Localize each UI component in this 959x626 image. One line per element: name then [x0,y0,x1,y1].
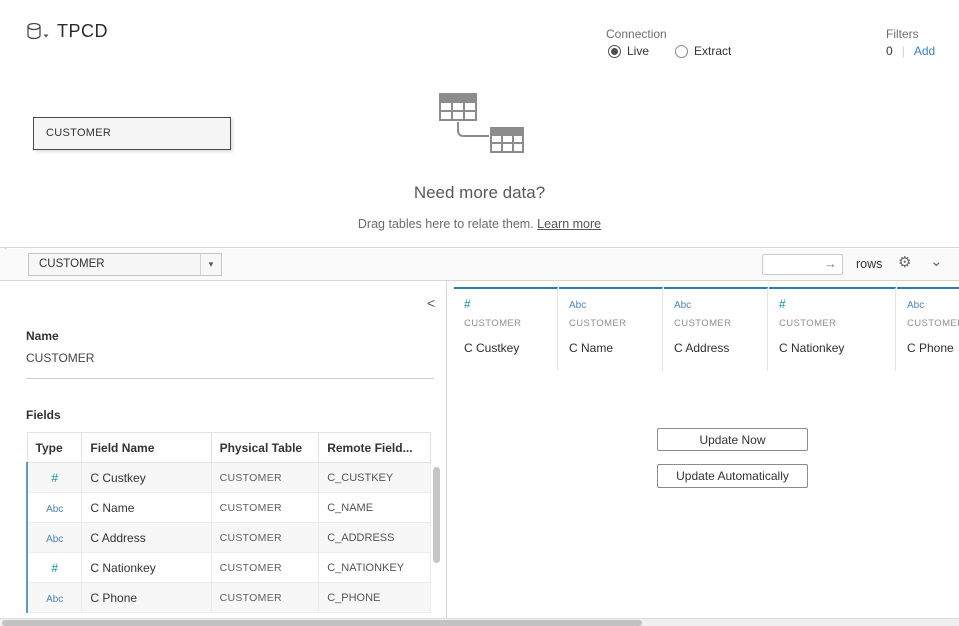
filters-divider: | [902,44,905,58]
field-type-icon[interactable]: Abc [46,534,63,545]
update-automatically-button[interactable]: Update Automatically [657,464,808,488]
field-type-icon: # [464,297,471,311]
filters-count: 0 [886,44,893,58]
datasource-title: TPCD [57,21,108,42]
radio-live-label: Live [627,44,649,58]
field-name-cell[interactable]: C Custkey [82,463,211,493]
empty-state-hint: Drag tables here to relate them. [358,217,534,231]
col-header-field-name: Field Name [82,433,211,463]
table-row[interactable]: Abc C Address CUSTOMER C_ADDRESS [27,523,431,553]
database-icon[interactable] [26,22,50,45]
field-name-cell[interactable]: C Phone [82,583,211,613]
radio-extract[interactable]: Extract [675,44,731,58]
field-type-icon[interactable]: Abc [46,504,63,515]
remote-field-cell: C_NAME [319,493,431,523]
grid-settings-gear-icon[interactable]: ⚙ [898,253,911,271]
preview-column-table: CUSTOMER [907,318,959,329]
preview-column-c-nationkey[interactable]: # CUSTOMER C Nationkey [769,287,896,371]
preview-column-c-address[interactable]: Abc CUSTOMER C Address [664,287,768,371]
horizontal-scrollbar-track[interactable] [0,618,959,626]
table-row[interactable]: Abc C Phone CUSTOMER C_PHONE [27,583,431,613]
name-label: Name [26,329,59,343]
col-header-physical-table: Physical Table [211,433,319,463]
col-header-remote-field: Remote Field... [319,433,431,463]
horizontal-scrollbar-thumb[interactable] [2,620,642,626]
connection-label: Connection [606,27,667,41]
relate-tables-illustration-icon [436,92,532,165]
collapse-panel-icon[interactable]: < [427,295,435,311]
radio-live-icon[interactable] [608,45,621,58]
filters-row: 0 | Add [886,44,935,58]
rows-arrow-icon: → [824,256,837,271]
name-value[interactable]: CUSTOMER [26,351,434,379]
field-type-icon[interactable]: Abc [46,594,63,605]
field-type-icon: Abc [674,300,691,311]
filters-label: Filters [886,27,919,41]
table-row[interactable]: # C Custkey CUSTOMER C_CUSTKEY [27,463,431,493]
rows-limit-input[interactable]: → [762,254,843,275]
empty-state-title: Need more data? [0,183,959,203]
preview-column-field: C Nationkey [779,341,885,355]
physical-table-cell: CUSTOMER [211,463,319,493]
preview-column-field: C Address [674,341,757,355]
metadata-panel: < Name CUSTOMER Fields Type Field Name P… [0,281,447,618]
preview-column-c-custkey[interactable]: # CUSTOMER C Custkey [454,287,558,371]
preview-column-field: C Name [569,341,652,355]
table-row[interactable]: # C Nationkey CUSTOMER C_NATIONKEY [27,553,431,583]
preview-column-c-name[interactable]: Abc CUSTOMER C Name [559,287,663,371]
physical-table-cell: CUSTOMER [211,493,319,523]
preview-column-field: C Custkey [464,341,547,355]
rows-label: rows [856,257,882,271]
preview-column-table: CUSTOMER [569,318,652,329]
field-type-icon: Abc [569,300,586,311]
empty-state-subtitle: Drag tables here to relate them. Learn m… [0,217,959,231]
preview-column-field: C Phone [907,341,959,355]
remote-field-cell: C_NATIONKEY [319,553,431,583]
grid-chevron-down-icon[interactable]: ⌄ [930,252,943,270]
fields-table: Type Field Name Physical Table Remote Fi… [26,432,431,613]
preview-column-table: CUSTOMER [464,318,547,329]
radio-extract-label: Extract [694,44,731,58]
remote-field-cell: C_PHONE [319,583,431,613]
preview-column-headers: # CUSTOMER C Custkey Abc CUSTOMER C Name… [454,287,959,371]
connection-radio-group: Live Extract [608,44,731,58]
fields-label: Fields [26,408,61,422]
radio-extract-icon[interactable] [675,45,688,58]
update-now-button[interactable]: Update Now [657,428,808,451]
field-type-icon: Abc [907,300,924,311]
field-name-cell[interactable]: C Nationkey [82,553,211,583]
data-preview-panel: # CUSTOMER C Custkey Abc CUSTOMER C Name… [447,281,959,618]
field-name-cell[interactable]: C Address [82,523,211,553]
dropdown-caret-icon: ▾ [200,254,221,275]
physical-table-cell: CUSTOMER [211,553,319,583]
table-row[interactable]: Abc C Name CUSTOMER C_NAME [27,493,431,523]
preview-column-table: CUSTOMER [674,318,757,329]
table-selector-value: CUSTOMER [39,258,105,270]
field-type-icon: # [779,297,786,311]
canvas-table-card-customer[interactable]: CUSTOMER [33,117,231,150]
preview-column-table: CUSTOMER [779,318,885,329]
field-type-icon[interactable]: # [51,561,58,575]
physical-table-cell: CUSTOMER [211,583,319,613]
table-selector-dropdown[interactable]: CUSTOMER ▾ [28,253,222,276]
fields-table-header-row: Type Field Name Physical Table Remote Fi… [27,433,431,463]
radio-live[interactable]: Live [608,44,649,58]
datasource-canvas-section: TPCD Connection Live Extract Filters 0 |… [0,0,959,248]
physical-table-cell: CUSTOMER [211,523,319,553]
col-header-type: Type [27,433,82,463]
filters-add-link[interactable]: Add [914,44,935,58]
grid-toolbar: CUSTOMER ▾ → rows ⚙ ⌄ [0,249,959,281]
remote-field-cell: C_CUSTKEY [319,463,431,493]
remote-field-cell: C_ADDRESS [319,523,431,553]
preview-column-c-phone[interactable]: Abc CUSTOMER C Phone [897,287,959,371]
fields-vertical-scrollbar[interactable] [433,467,440,563]
field-name-cell[interactable]: C Name [82,493,211,523]
learn-more-link[interactable]: Learn more [537,217,601,231]
field-type-icon[interactable]: # [51,471,58,485]
